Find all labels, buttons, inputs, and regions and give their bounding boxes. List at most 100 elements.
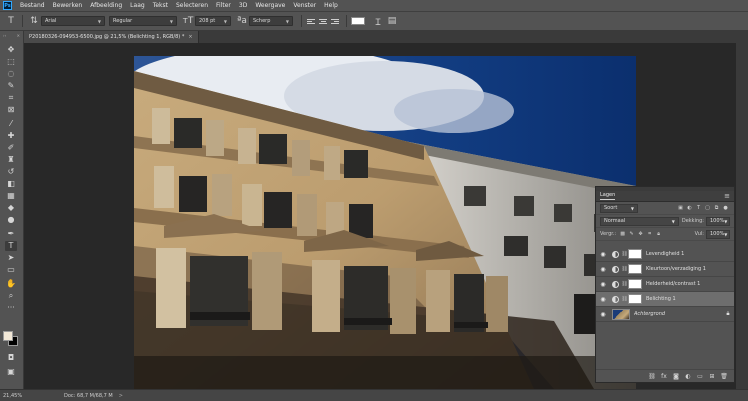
crop-tool-icon[interactable]: ⌗ xyxy=(5,93,17,103)
move-tool-icon[interactable]: ✥ xyxy=(5,45,17,55)
filter-smart-object-icon[interactable]: ⧉ xyxy=(712,205,721,211)
align-center-button[interactable] xyxy=(318,16,328,26)
eye-icon[interactable]: ◉ xyxy=(596,251,610,258)
opacity-field[interactable]: 100% ▼ xyxy=(706,216,730,226)
text-color-swatch[interactable] xyxy=(351,17,365,25)
layer-mask-thumbnail[interactable] xyxy=(628,279,642,289)
rectangle-tool-icon[interactable]: ▭ xyxy=(5,265,17,275)
adjustment-layer-icon xyxy=(610,249,621,260)
filter-pixel-icon[interactable]: ▣ xyxy=(676,205,685,211)
link-icon: ⛓ xyxy=(621,296,628,302)
menu-laag[interactable]: Laag xyxy=(126,0,149,11)
layer-mask-thumbnail[interactable] xyxy=(628,294,642,304)
font-size-icon: ᴛT xyxy=(182,16,194,26)
layer-row[interactable]: ◉ ⛓ Helderheid/contrast 1 xyxy=(596,277,734,292)
eye-icon[interactable]: ◉ xyxy=(596,311,610,318)
menu-tekst[interactable]: Tekst xyxy=(149,0,172,11)
brush-tool-icon[interactable]: ✐ xyxy=(5,143,17,153)
lock-pixels-icon[interactable]: ✎ xyxy=(627,231,636,237)
marquee-tool-icon[interactable]: ⬚ xyxy=(5,57,17,67)
filter-shape-icon[interactable]: ▢ xyxy=(703,205,712,211)
link-icon: ⛓ xyxy=(621,266,628,272)
eye-icon[interactable]: ◉ xyxy=(596,266,610,273)
eyedropper-tool-icon[interactable]: ⁄ xyxy=(5,119,17,129)
zoom-tool-icon[interactable]: ⌕ xyxy=(5,291,17,301)
quick-select-tool-icon[interactable]: ✎ xyxy=(5,81,17,91)
status-menu-arrow-icon[interactable]: > xyxy=(119,393,123,399)
screen-mode-icon[interactable]: ▣ xyxy=(5,367,17,377)
eye-icon[interactable]: ◉ xyxy=(596,296,610,303)
close-icon[interactable]: × xyxy=(188,34,192,40)
frame-tool-icon[interactable]: ⊠ xyxy=(5,105,17,115)
layer-mask-thumbnail[interactable] xyxy=(628,264,642,274)
font-family-select[interactable]: Arial ▼ xyxy=(41,16,105,26)
filter-adjustment-icon[interactable]: ◐ xyxy=(685,205,694,211)
document-tab[interactable]: P20180326-094953-6500.jpg @ 21,5% (Belic… xyxy=(24,31,199,43)
layer-style-icon[interactable]: fx xyxy=(658,373,670,380)
menu-afbeelding[interactable]: Afbeelding xyxy=(86,0,126,11)
character-panel-icon[interactable]: ▤ xyxy=(385,16,399,26)
zoom-level[interactable]: 21,45% xyxy=(0,393,24,399)
layer-row[interactable]: ◉ Achtergrond 🔒︎ xyxy=(596,307,734,322)
lock-position-icon[interactable]: ✥ xyxy=(636,231,645,237)
blend-mode-select[interactable]: Normaal ▼ xyxy=(600,216,679,226)
blur-tool-icon[interactable]: ◆ xyxy=(5,203,17,213)
layer-row[interactable]: ◉ ⛓ Levendigheid 1 xyxy=(596,247,734,262)
menu-3d[interactable]: 3D xyxy=(235,0,251,11)
gradient-tool-icon[interactable]: ▦ xyxy=(5,191,17,201)
lock-artboard-icon[interactable]: ⌗ xyxy=(645,231,654,237)
font-size-select[interactable]: 208 pt ▼ xyxy=(195,16,231,26)
hand-tool-icon[interactable]: ✋ xyxy=(5,279,17,289)
font-style-value: Regular xyxy=(113,18,133,24)
menu-selecteren[interactable]: Selecteren xyxy=(172,0,212,11)
font-style-select[interactable]: Regular ▼ xyxy=(109,16,177,26)
menu-bestand[interactable]: Bestand xyxy=(16,0,49,11)
clone-stamp-tool-icon[interactable]: ♜ xyxy=(5,155,17,165)
menu-weergave[interactable]: Weergave xyxy=(251,0,289,11)
new-adjustment-layer-icon[interactable]: ◐ xyxy=(682,373,694,380)
path-select-tool-icon[interactable]: ➤ xyxy=(5,253,17,263)
color-swatches[interactable] xyxy=(3,331,19,347)
add-mask-icon[interactable]: ◙ xyxy=(670,373,682,380)
healing-brush-tool-icon[interactable]: ✚ xyxy=(5,131,17,141)
layer-mask-thumbnail[interactable] xyxy=(628,249,642,259)
filter-toggle-icon[interactable]: ● xyxy=(721,205,730,211)
new-layer-icon[interactable]: ⊞ xyxy=(706,373,718,380)
type-tool-icon[interactable]: T xyxy=(4,16,18,26)
antialias-select[interactable]: Scherp ▼ xyxy=(249,16,293,26)
filter-type-icon[interactable]: T xyxy=(694,205,703,211)
warp-text-icon[interactable]: Ɪ xyxy=(371,15,385,28)
dodge-tool-icon[interactable]: ● xyxy=(5,215,17,225)
menu-help[interactable]: Help xyxy=(320,0,342,11)
layer-filter-select[interactable]: Soort ▼ xyxy=(600,203,638,213)
eraser-tool-icon[interactable]: ◧ xyxy=(5,179,17,189)
layer-row[interactable]: ◉ ⛓ Kleurtoon/verzadiging 1 xyxy=(596,262,734,277)
new-group-icon[interactable]: ▭ xyxy=(694,373,706,380)
lasso-tool-icon[interactable]: ◌ xyxy=(5,69,17,79)
eye-icon[interactable]: ◉ xyxy=(596,281,610,288)
lock-all-icon[interactable]: 🔒︎ xyxy=(654,231,663,237)
more-tools-icon[interactable]: ··· xyxy=(5,303,17,313)
layers-panel-title[interactable]: Lagen xyxy=(600,192,616,200)
adjustment-layer-icon xyxy=(610,294,621,305)
foreground-color-swatch[interactable] xyxy=(3,331,13,341)
lock-label: Vergr.: xyxy=(600,231,617,237)
fill-field[interactable]: 100% ▼ xyxy=(706,229,730,239)
menu-venster[interactable]: Venster xyxy=(289,0,320,11)
align-right-button[interactable] xyxy=(330,16,340,26)
align-left-button[interactable] xyxy=(306,16,316,26)
menu-filter[interactable]: Filter xyxy=(212,0,235,11)
document-canvas[interactable] xyxy=(134,56,636,389)
text-orientation-icon[interactable]: ⇅ xyxy=(27,16,41,26)
pen-tool-icon[interactable]: ✒ xyxy=(5,229,17,239)
trash-icon[interactable]: 🗑︎ xyxy=(718,373,730,380)
quick-mask-icon[interactable]: ◘ xyxy=(5,353,17,363)
history-brush-tool-icon[interactable]: ↺ xyxy=(5,167,17,177)
menu-bewerken[interactable]: Bewerken xyxy=(49,0,87,11)
panel-menu-icon[interactable]: ≡ xyxy=(724,192,730,200)
type-tool-icon[interactable]: T xyxy=(5,241,17,251)
lock-transparent-icon[interactable]: ▩ xyxy=(618,231,627,237)
layer-row-selected[interactable]: ◉ ⛓ Belichting 1 xyxy=(596,292,734,307)
toolbar-grip[interactable]: ›› ✕ xyxy=(0,31,23,38)
link-layers-icon[interactable]: ⛓ xyxy=(646,373,658,380)
